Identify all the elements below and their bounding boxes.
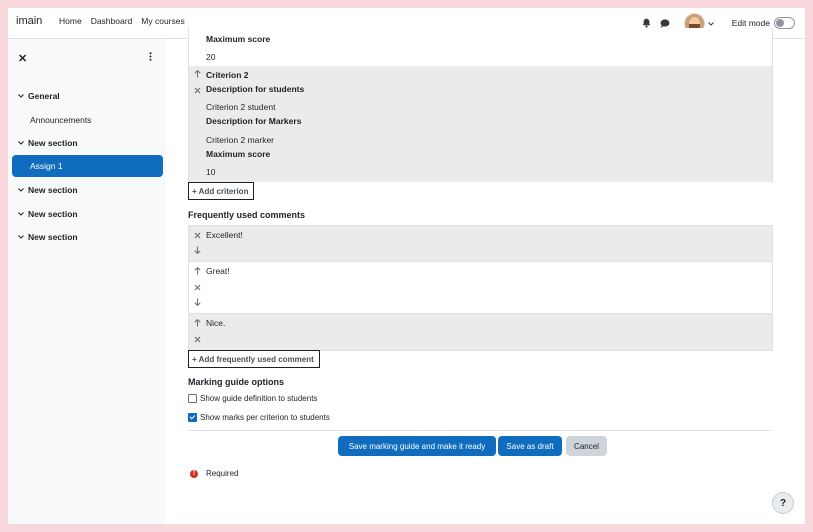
drawer-item-label: Announcements	[30, 115, 92, 125]
description-markers-text[interactable]: Criterion 2 marker	[206, 135, 274, 145]
comment-row: Nice.	[188, 313, 773, 351]
criterion-1-row: Maximum score 20	[188, 28, 773, 66]
comments-heading: Frequently used comments	[188, 210, 306, 220]
delete-icon[interactable]	[193, 282, 201, 292]
nav-link-dashboard[interactable]: Dashboard	[91, 16, 133, 26]
show-definition-option[interactable]: Show guide definition to students	[188, 394, 317, 403]
show-marks-checkbox[interactable]	[188, 413, 197, 422]
cancel-button[interactable]: Cancel	[566, 436, 607, 456]
drawer-item-label: New section	[28, 232, 78, 242]
arrow-up-icon[interactable]	[193, 318, 201, 328]
description-students-heading: Description for students	[206, 84, 305, 94]
drawer-section-new-4[interactable]: New section	[12, 226, 162, 248]
criterion-name[interactable]: Criterion 2	[206, 70, 249, 80]
drawer-item-label: New section	[28, 209, 78, 219]
max-score-label: Maximum score	[206, 149, 271, 159]
comment-text[interactable]: Nice.	[206, 318, 225, 328]
comment-row: Excellent!	[188, 225, 773, 262]
comment-text[interactable]: Excellent!	[206, 230, 243, 240]
max-score-value[interactable]: 10	[206, 167, 215, 177]
add-criterion-label: Add criterion	[198, 186, 249, 196]
required-icon: !	[190, 469, 198, 478]
divider	[188, 430, 771, 431]
comment-text[interactable]: Great!	[206, 266, 230, 276]
show-marks-option[interactable]: Show marks per criterion to students	[188, 413, 330, 422]
add-criterion-button[interactable]: + Add criterion	[188, 182, 255, 200]
arrow-up-icon[interactable]	[193, 266, 201, 276]
plus-icon: +	[192, 354, 197, 364]
comment-row: Great!	[188, 261, 773, 314]
show-definition-checkbox[interactable]	[188, 394, 197, 403]
site-brand[interactable]: imain	[16, 15, 42, 27]
chevron-down-icon[interactable]	[14, 94, 28, 98]
edit-mode-label: Edit mode	[731, 18, 770, 28]
course-index-drawer: ✕ General Announcements New section Assi…	[8, 39, 166, 524]
show-definition-label: Show guide definition to students	[200, 394, 318, 403]
add-comment-label: Add frequently used comment	[198, 354, 314, 364]
description-students-text[interactable]: Criterion 2 student	[206, 102, 275, 112]
drawer-item-announcements[interactable]: Announcements	[12, 109, 162, 131]
drawer-item-label: New section	[28, 138, 78, 148]
plus-icon: +	[192, 186, 197, 196]
chevron-down-icon[interactable]	[707, 18, 714, 28]
close-icon[interactable]: ✕	[18, 52, 27, 65]
arrow-down-icon[interactable]	[193, 245, 201, 255]
kebab-menu-icon[interactable]	[149, 52, 152, 63]
delete-icon[interactable]	[193, 230, 201, 240]
chevron-down-icon[interactable]	[14, 212, 28, 216]
drawer-item-label: Assign 1	[30, 161, 63, 171]
save-draft-button[interactable]: Save as draft	[498, 436, 562, 456]
nav-link-my-courses[interactable]: My courses	[141, 16, 184, 26]
primary-navigation: Home Dashboard My courses	[59, 16, 185, 26]
chevron-down-icon[interactable]	[14, 235, 28, 239]
page-frame: imain Home Dashboard My courses Edit mod…	[8, 8, 805, 524]
drawer-section-new-1[interactable]: New section	[12, 132, 162, 154]
drawer-section-new-3[interactable]: New section	[12, 203, 162, 225]
edit-mode-toggle[interactable]	[774, 17, 795, 29]
max-score-label: Maximum score	[206, 34, 271, 44]
required-label: Required	[206, 469, 239, 478]
drawer-item-label: General	[28, 91, 60, 101]
nav-link-home[interactable]: Home	[59, 16, 82, 26]
drawer-section-new-2[interactable]: New section	[12, 179, 162, 201]
save-ready-button[interactable]: Save marking guide and make it ready	[338, 436, 496, 456]
required-legend: ! Required	[190, 469, 238, 478]
chevron-down-icon[interactable]	[14, 188, 28, 192]
add-comment-button[interactable]: + Add frequently used comment	[188, 350, 320, 368]
delete-icon[interactable]	[193, 334, 201, 344]
max-score-value[interactable]: 20	[206, 52, 215, 62]
description-markers-heading: Description for Markers	[206, 116, 302, 126]
drawer-section-general[interactable]: General	[12, 85, 162, 107]
options-heading: Marking guide options	[188, 377, 284, 387]
criterion-2-row: Criterion 2 Description for students Cri…	[188, 66, 773, 182]
drawer-item-assign-1[interactable]: Assign 1	[12, 155, 163, 177]
arrow-up-icon[interactable]	[193, 69, 201, 79]
chevron-down-icon[interactable]	[14, 141, 28, 145]
arrow-down-icon[interactable]	[193, 297, 201, 307]
help-button[interactable]: ?	[772, 492, 794, 514]
show-marks-label: Show marks per criterion to students	[200, 413, 330, 422]
delete-icon[interactable]	[193, 85, 201, 95]
drawer-item-label: New section	[28, 185, 78, 195]
